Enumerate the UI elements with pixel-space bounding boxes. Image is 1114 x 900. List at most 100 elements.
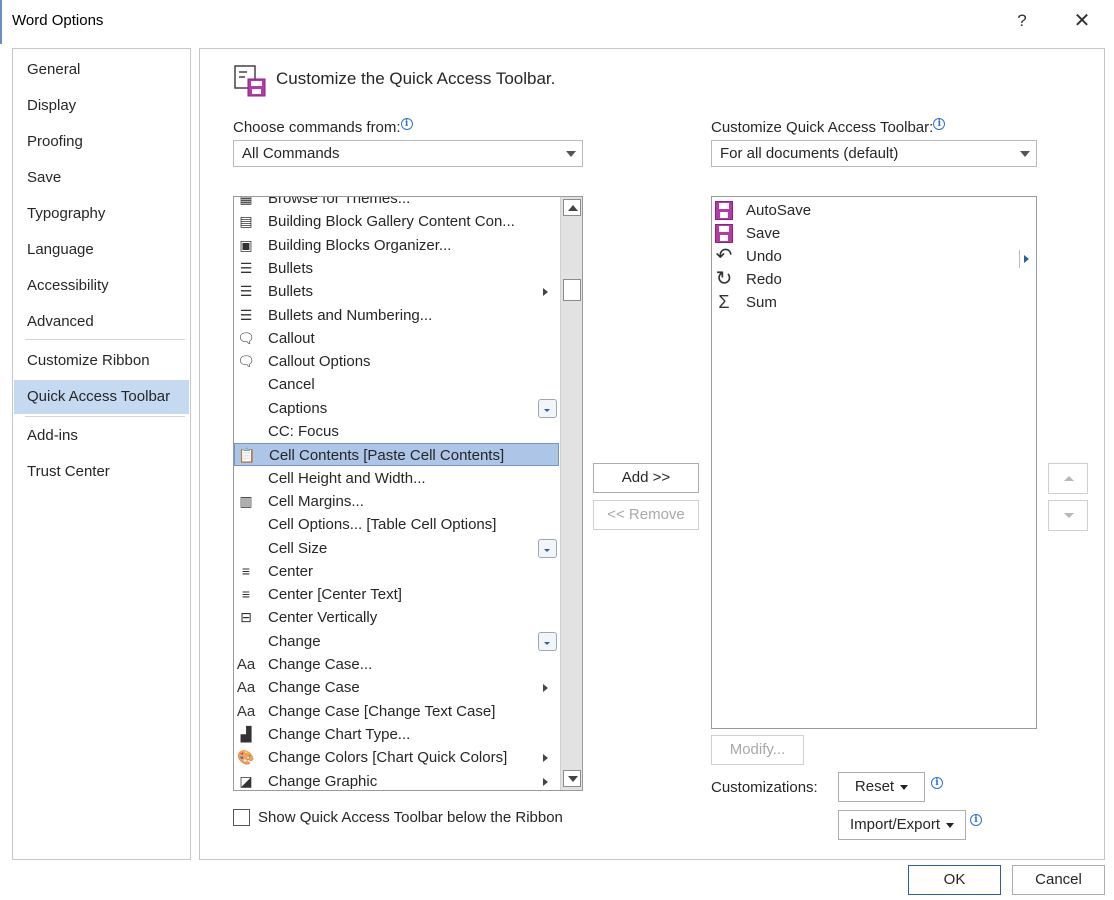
submenu-arrow-icon (543, 684, 548, 692)
nav-item-display[interactable]: Display (14, 89, 189, 123)
reset-button[interactable]: Reset (838, 772, 925, 802)
nav-item-proofing[interactable]: Proofing (14, 125, 189, 159)
command-row[interactable]: ☰ Bullets and Numbering... (234, 304, 559, 327)
command-row[interactable]: Aa Change Case [Change Text Case] (234, 700, 559, 723)
command-row[interactable]: Captions (234, 397, 559, 420)
command-row[interactable]: 📋 Cell Contents [Paste Cell Contents] (234, 443, 559, 466)
commands-list[interactable]: ◪ Change Graphic 🎨 Change Colors [Chart Qui… (233, 196, 583, 791)
nav-separator (25, 416, 185, 417)
save-icon (713, 223, 735, 244)
command-row[interactable]: CC: Focus (234, 420, 559, 443)
chevron-down-icon (566, 151, 576, 157)
move-up-button[interactable] (1048, 463, 1088, 494)
remove-button[interactable]: << Remove (593, 500, 699, 530)
choose-commands-text: Choose commands from: (233, 119, 401, 136)
import-export-button[interactable]: Import/Export (838, 810, 966, 840)
command-row[interactable]: Change (234, 630, 559, 653)
command-label: Bullets and Numbering... (268, 307, 433, 324)
nav-item-save[interactable]: Save (14, 161, 189, 195)
command-row[interactable]: ☰ Bullets (234, 280, 559, 303)
info-icon[interactable]: i (970, 814, 982, 826)
list-item[interactable]: ↶ Undo (712, 245, 1032, 268)
list-item-label: AutoSave (746, 202, 812, 219)
customize-qat-value: For all documents (default) (720, 145, 899, 162)
command-label: Callout (268, 330, 315, 347)
nav-item-language[interactable]: Language (14, 233, 189, 267)
command-row[interactable]: ◪ Change Graphic (234, 770, 559, 790)
command-label: Browse for Themes... (268, 196, 411, 207)
command-row[interactable]: ▤ Building Block Gallery Content Con... (234, 210, 559, 233)
bullets-numbering-icon: ☰ (239, 307, 253, 323)
show-below-ribbon-label: Show Quick Access Toolbar below the Ribb… (258, 809, 563, 826)
nav-item-customize-ribbon[interactable]: Customize Ribbon (14, 344, 189, 378)
command-label: Center (268, 563, 314, 580)
ok-button[interactable]: OK (908, 865, 1001, 895)
command-row[interactable]: ⊟ Center Vertically (234, 606, 559, 629)
title-bar: Word Options ? ✕ (0, 0, 1114, 44)
sum-icon: Σ (718, 292, 730, 312)
list-item[interactable]: ↻ Redo (712, 268, 1032, 291)
command-row[interactable]: ▟ Change Chart Type... (234, 723, 559, 746)
list-item[interactable]: AutoSave (712, 199, 1032, 222)
scroll-thumb[interactable] (563, 279, 581, 301)
gallery-dropdown-icon (538, 539, 557, 558)
command-label: Building Block Gallery Content Con... (268, 213, 515, 230)
scroll-up-button[interactable] (563, 199, 581, 216)
info-icon[interactable]: i (931, 777, 943, 789)
show-below-ribbon-checkbox[interactable] (233, 809, 250, 826)
command-row[interactable]: ≡ Center (234, 560, 559, 583)
command-row[interactable]: Cell Height and Width... (234, 467, 559, 490)
commands-scrollbar[interactable] (560, 197, 582, 790)
nav-item-typography[interactable]: Typography (14, 197, 189, 231)
qat-commands-list[interactable]: AutoSave Save ↶ Undo ↻ Redo Σ Sum (711, 196, 1037, 729)
customize-qat-dropdown[interactable]: For all documents (default) (711, 140, 1037, 167)
list-item-label: Undo (746, 248, 782, 265)
scroll-down-button[interactable] (563, 770, 581, 787)
command-label: Change (268, 633, 321, 650)
chevron-down-icon (1020, 151, 1030, 157)
command-label: Cell Contents [Paste Cell Contents] (269, 447, 505, 464)
command-row[interactable]: 🎨 Change Colors [Chart Quick Colors] (234, 746, 559, 769)
command-row[interactable]: ▣ Building Blocks Organizer... (234, 234, 559, 257)
command-row[interactable]: ▦ Browse for Themes... (234, 196, 559, 210)
choose-commands-dropdown[interactable]: All Commands (233, 140, 583, 167)
command-row[interactable]: Aa Change Case (234, 676, 559, 699)
change-case-icon: Aa (236, 679, 256, 696)
cell-margins-icon: ▥ (239, 493, 253, 509)
command-row[interactable]: ▥ Cell Margins... (234, 490, 559, 513)
command-row[interactable]: 🗨 Callout Options (234, 350, 559, 373)
choose-commands-value: All Commands (242, 145, 340, 162)
command-label: Change Case [Change Text Case] (268, 703, 496, 720)
chart-type-icon: ▟ (240, 726, 252, 742)
center-align-icon: ≡ (241, 563, 251, 579)
add-button[interactable]: Add >> (593, 463, 699, 493)
command-label: Cell Size (268, 540, 328, 557)
command-row[interactable]: Cancel (234, 373, 559, 396)
close-button[interactable]: ✕ (1068, 8, 1096, 34)
modify-button[interactable]: Modify... (711, 735, 804, 765)
nav-item-quick-access-toolbar[interactable]: Quick Access Toolbar (14, 380, 189, 414)
command-row[interactable]: ≡ Center [Center Text] (234, 583, 559, 606)
nav-item-general[interactable]: General (14, 53, 189, 87)
command-row[interactable]: Cell Size (234, 537, 559, 560)
command-label: Bullets (268, 260, 314, 277)
command-label: Change Graphic (268, 773, 378, 790)
command-row[interactable]: Cell Options... [Table Cell Options] (234, 513, 559, 536)
list-item[interactable]: Σ Sum (712, 291, 1032, 314)
nav-item-accessibility[interactable]: Accessibility (14, 269, 189, 303)
help-button[interactable]: ? (1010, 8, 1034, 34)
command-row[interactable]: ☰ Bullets (234, 257, 559, 280)
list-item[interactable]: Save (712, 222, 1032, 245)
nav-item-add-ins[interactable]: Add-ins (14, 419, 189, 453)
command-row[interactable]: 🗨 Callout (234, 327, 559, 350)
command-row[interactable]: Aa Change Case... (234, 653, 559, 676)
move-down-button[interactable] (1048, 500, 1088, 531)
nav-item-trust-center[interactable]: Trust Center (14, 455, 189, 489)
command-label: Cancel (268, 376, 315, 393)
cancel-button[interactable]: Cancel (1012, 865, 1105, 895)
info-icon[interactable]: i (933, 118, 946, 130)
nav-item-advanced[interactable]: Advanced (14, 305, 189, 339)
list-item-label: Save (746, 225, 781, 242)
info-icon[interactable]: i (400, 118, 413, 130)
submenu-arrow-icon[interactable] (1019, 250, 1029, 268)
